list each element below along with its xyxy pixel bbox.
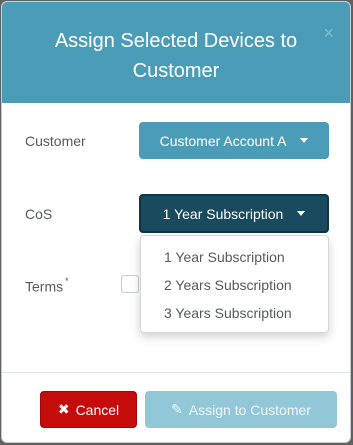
assign-to-customer-button[interactable]: ✎ Assign to Customer — [145, 391, 337, 428]
customer-dropdown[interactable]: Customer Account A — [139, 122, 329, 159]
cos-dropdown-menu: 1 Year Subscription 2 Years Subscription… — [140, 235, 329, 333]
required-marker: * — [65, 276, 69, 286]
cancel-button-label: Cancel — [75, 401, 120, 418]
footer-divider — [2, 372, 350, 373]
assign-devices-modal: Assign Selected Devices to Customer × Cu… — [1, 1, 351, 443]
cancel-button[interactable]: ✖ Cancel — [40, 391, 137, 428]
edit-icon: ✎ — [171, 401, 183, 417]
modal-title: Assign Selected Devices to Customer — [54, 30, 298, 82]
terms-checkbox[interactable] — [121, 275, 139, 293]
cos-option-3[interactable]: 3 Years Subscription — [141, 299, 328, 327]
cos-dropdown-value: 1 Year Subscription — [162, 205, 284, 222]
cos-dropdown[interactable]: 1 Year Subscription — [139, 194, 329, 233]
assign-button-label: Assign to Customer — [188, 401, 311, 418]
terms-label-text: Terms — [25, 278, 64, 295]
caret-down-icon — [297, 211, 306, 216]
cos-option-1[interactable]: 1 Year Subscription — [141, 243, 328, 271]
modal-header: Assign Selected Devices to Customer × — [2, 2, 350, 103]
close-x-icon: ✖ — [57, 401, 70, 417]
customer-label: Customer — [25, 133, 86, 149]
cos-option-2[interactable]: 2 Years Subscription — [141, 271, 328, 299]
terms-label: Terms * — [25, 276, 69, 295]
caret-down-icon — [300, 138, 309, 143]
close-icon[interactable]: × — [323, 24, 334, 42]
customer-dropdown-value: Customer Account A — [159, 132, 287, 149]
cos-label: CoS — [25, 206, 53, 222]
